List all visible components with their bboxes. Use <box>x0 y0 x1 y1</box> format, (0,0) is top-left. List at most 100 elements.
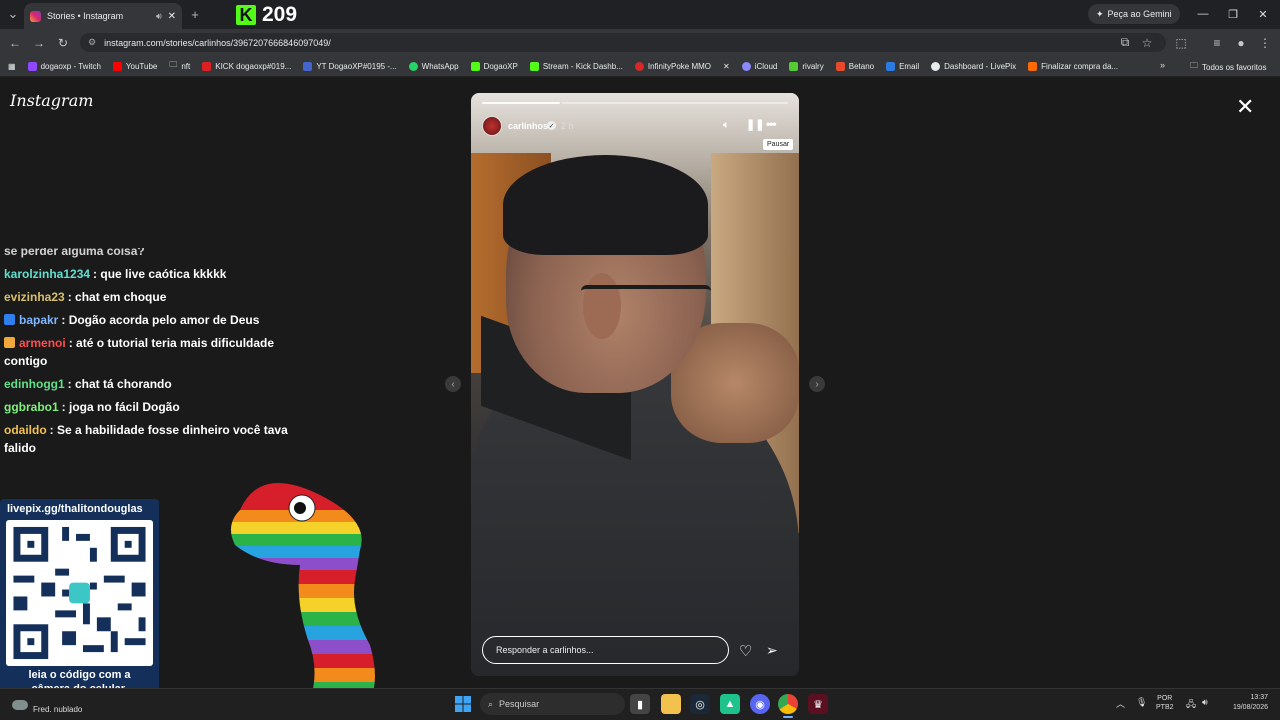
bookmark-1[interactable]: YouTube <box>112 61 157 71</box>
active-app-indicator <box>783 716 793 718</box>
pause-icon[interactable]: ❚❚ <box>746 118 764 131</box>
discord-icon[interactable]: ◉ <box>750 694 770 714</box>
instagram-favicon-icon <box>30 10 41 22</box>
chat-message: edinhogg1: chat tá chorando <box>4 377 172 391</box>
volume-icon[interactable]: 🔊︎ <box>1202 697 1208 708</box>
sock-puppet-mascot <box>220 470 400 700</box>
bookmark-10[interactable]: iCloud <box>741 61 777 71</box>
bookmark-2[interactable]: 🗀 nft <box>169 59 190 73</box>
site-info-icon[interactable]: ⚙ <box>88 37 96 48</box>
previous-story-icon[interactable]: ‹ <box>445 376 461 392</box>
task-view-icon[interactable]: ▮ <box>630 694 650 714</box>
search-icon: ⌕ <box>488 698 494 709</box>
close-story-icon[interactable]: ✕ <box>1236 94 1254 120</box>
weather-widget[interactable]: Fred. nublado <box>33 705 82 714</box>
steam-icon[interactable]: ◎ <box>690 694 710 714</box>
tray-overflow-icon[interactable]: ︿ <box>1116 697 1125 710</box>
windows-start-icon[interactable] <box>455 696 471 712</box>
minimize-button[interactable]: — <box>1188 4 1218 24</box>
chat-message: karolzinha1234: que live caótica kkkkk <box>4 267 227 281</box>
folder-icon: 🗀 <box>1190 61 1198 70</box>
system-clock[interactable]: 13:37 19/08/2026 <box>1218 693 1268 713</box>
bookmarks-overflow-icon[interactable]: » <box>1160 60 1165 70</box>
subscriber-badge-icon <box>4 337 15 348</box>
bookmark-7[interactable]: Stream - Kick Dashb... <box>529 61 623 71</box>
livepix-qr-code <box>6 520 153 666</box>
forward-icon[interactable]: → <box>30 33 48 52</box>
kick-counter: K 209 <box>236 3 297 27</box>
instagram-logo[interactable]: Instagram <box>10 91 93 110</box>
more-options-icon[interactable]: ••• <box>766 117 777 131</box>
story-username[interactable]: carlinhos <box>508 121 548 131</box>
story-card[interactable]: carlinhos ✓ 2 h 🔈︎ ❚❚ ••• Pausar Respond… <box>471 93 799 676</box>
speaker-icon[interactable]: 🔊︎ <box>156 11 162 22</box>
chat-message: evizinha23: chat em choque <box>4 290 167 304</box>
back-icon[interactable]: ← <box>6 33 24 52</box>
story-progress-segment <box>562 102 788 104</box>
volume-icon[interactable]: 🔈︎ <box>723 119 730 132</box>
tab-close-icon[interactable]: ✕ <box>168 11 176 22</box>
pause-tooltip: Pausar <box>763 139 794 150</box>
gemini-button[interactable]: ✦ Peça ao Gemini <box>1088 4 1180 24</box>
extensions-icon[interactable]: ⬚ <box>1172 33 1190 52</box>
bookmark-12[interactable]: Betano <box>835 61 874 71</box>
microphone-icon[interactable]: 🎙︎ <box>1136 697 1147 708</box>
story-age: 2 h <box>561 121 574 131</box>
menu-kebab-icon[interactable]: ⋮ <box>1256 33 1274 52</box>
chat-overlay: se perder alguma coisa? karolzinha1234: … <box>4 248 294 462</box>
url-text: instagram.com/stories/carlinhos/39672076… <box>104 37 331 48</box>
livepix-url: livepix.gg/thalitondouglas <box>7 503 143 515</box>
story-progress-segment <box>482 102 560 104</box>
all-favorites-folder[interactable]: 🗀 Todos os favoritos <box>1190 60 1266 74</box>
apps-grid-icon[interactable]: ▦ <box>8 62 16 71</box>
bookmark-6[interactable]: DogaoXP <box>470 61 518 71</box>
chat-message: armenoi: até o tutorial teria mais dific… <box>4 336 275 368</box>
bookmark-13[interactable]: Email <box>886 61 919 71</box>
reading-list-icon[interactable]: ≡ <box>1208 33 1226 52</box>
bookmark-14[interactable]: Dashboard - LivePix <box>931 61 1016 71</box>
network-icon[interactable]: 🖧︎ <box>1186 697 1196 713</box>
gemini-label: Peça ao Gemini <box>1107 9 1172 19</box>
bookmark-3[interactable]: KICK dogaoxp#019... <box>202 61 291 71</box>
chat-message: ggbrabo1: joga no fácil Dogão <box>4 400 180 414</box>
tab-title: Stories • Instagram <box>47 11 124 21</box>
gemini-sparkle-icon: ✦ <box>1096 8 1104 19</box>
chrome-icon[interactable] <box>778 694 798 714</box>
tab-stories-instagram[interactable]: Stories • Instagram 🔊︎ ✕ <box>24 3 182 29</box>
bookmark-5[interactable]: WhatsApp <box>408 61 459 71</box>
reload-icon[interactable]: ↻ <box>54 33 72 52</box>
file-explorer-icon[interactable] <box>661 694 681 714</box>
avatar[interactable] <box>482 116 502 136</box>
weather-cloud-icon <box>12 700 28 710</box>
window-close-button[interactable]: ✕ <box>1248 4 1278 24</box>
bookmark-4[interactable]: YT DogaoXP#0195 -... <box>303 61 397 71</box>
bookmark-x-icon[interactable]: ✕ <box>723 62 730 71</box>
like-heart-icon[interactable]: ♡ <box>739 642 752 660</box>
maximize-button[interactable]: ❐ <box>1218 4 1248 24</box>
reply-input[interactable]: Responder a carlinhos... <box>482 636 729 664</box>
chat-partial-message: se perder alguma coisa? <box>4 248 145 258</box>
bookmark-11[interactable]: rivalry <box>789 61 824 71</box>
app-icon[interactable]: ▲ <box>720 694 740 714</box>
bookmark-15[interactable]: Finalizar compra da... <box>1028 61 1118 71</box>
subscriber-badge-icon <box>4 314 15 325</box>
taskbar-search[interactable]: ⌕ Pesquisar <box>480 693 625 715</box>
bookmarks-bar: ▦ dogaoxp - Twitch YouTube 🗀 nft KICK dog… <box>0 56 1280 77</box>
chat-message: odaildo: Se a habilidade fosse dinheiro … <box>4 423 288 455</box>
send-icon[interactable]: ➢ <box>766 642 778 659</box>
video-person-glasses <box>581 285 711 325</box>
app-icon[interactable]: ♛ <box>808 694 828 714</box>
bookmark-star-icon[interactable]: ☆ <box>1138 33 1156 52</box>
address-bar[interactable]: ⚙ instagram.com/stories/carlinhos/396720… <box>80 33 1166 52</box>
kick-logo-icon: K <box>236 5 256 25</box>
input-language[interactable]: POR PTB2 <box>1156 694 1174 712</box>
next-story-icon[interactable]: › <box>809 376 825 392</box>
tab-search-chevron-icon[interactable]: ⌄ <box>2 3 24 25</box>
folder-icon: 🗀 <box>169 60 178 69</box>
install-app-icon[interactable]: ⧉ <box>1116 33 1134 52</box>
profile-avatar[interactable]: ● <box>1232 33 1250 52</box>
bookmark-0[interactable]: dogaoxp - Twitch <box>27 61 101 71</box>
chat-message: bapakr: Dogão acorda pelo amor de Deus <box>4 311 294 329</box>
new-tab-button[interactable]: + <box>184 3 206 25</box>
bookmark-8[interactable]: InfinityPoke MMO <box>634 61 711 71</box>
